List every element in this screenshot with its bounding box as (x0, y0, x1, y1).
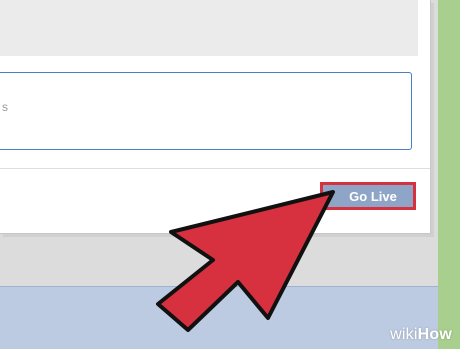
description-placeholder: s (2, 100, 8, 114)
watermark-wiki: wiki (390, 326, 418, 343)
video-preview-panel (0, 0, 418, 56)
watermark-how: How (417, 326, 452, 343)
description-input[interactable]: s (0, 72, 412, 150)
pointer-arrow-icon (156, 190, 335, 332)
wikihow-watermark: wikiHow (390, 326, 452, 344)
dialog-divider (0, 168, 430, 169)
